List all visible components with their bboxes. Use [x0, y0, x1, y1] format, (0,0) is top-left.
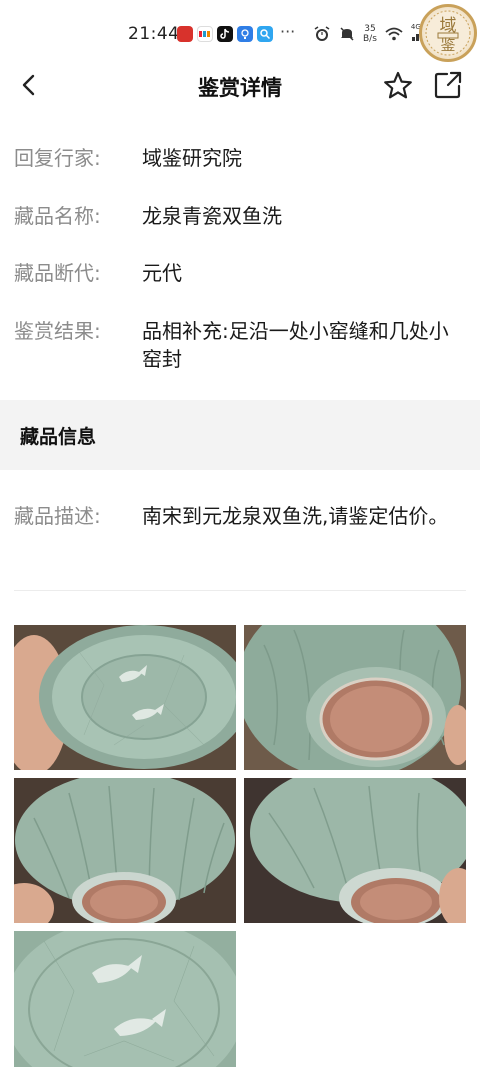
section-title: 藏品信息 [20, 426, 97, 448]
detail-value: 域鉴研究院 [142, 146, 242, 170]
detail-value: 品相补充:足沿一处小窑缝和几处小窑封 [142, 319, 449, 371]
share-button[interactable] [433, 70, 463, 100]
photo-bowl-base-angled[interactable] [244, 778, 466, 923]
watermark-seal-logo: 域 鉴 [419, 4, 477, 62]
detail-label: 藏品名称: [14, 204, 101, 228]
share-icon [434, 71, 462, 99]
description-value: 南宋到元龙泉双鱼洗,请鉴定估价。 [142, 504, 449, 528]
more-notifications-icon: ··· [280, 22, 296, 41]
net-speed-unit: B/s [363, 34, 377, 44]
description-row: 藏品描述: 南宋到元龙泉双鱼洗,请鉴定估价。 [14, 502, 466, 530]
detail-label: 回复行家: [14, 146, 101, 170]
wifi-icon [385, 27, 403, 41]
detail-row-dating: 藏品断代: 元代 [14, 259, 466, 287]
alarm-icon [314, 26, 330, 41]
detail-row-expert: 回复行家: 域鉴研究院 [14, 144, 466, 172]
divider [14, 590, 466, 591]
search-app-icon [257, 26, 273, 42]
notification-icons [177, 26, 273, 42]
detail-label: 鉴赏结果: [14, 319, 101, 343]
net-speed: 35 B/s [363, 24, 377, 44]
detail-value: 元代 [142, 261, 182, 285]
tiktok-icon [217, 26, 233, 42]
description-label: 藏品描述: [14, 504, 101, 528]
detail-label: 藏品断代: [14, 261, 101, 285]
mute-icon [340, 27, 354, 41]
section-header: 藏品信息 [0, 400, 480, 470]
system-status: 35 B/s 4G [313, 23, 429, 44]
photo-bowl-base-view[interactable] [244, 625, 466, 770]
detail-row-result: 鉴赏结果: 品相补充:足沿一处小窑缝和几处小窑封 [14, 317, 466, 373]
app-notification-icon [197, 26, 213, 42]
star-icon [384, 71, 412, 99]
net-speed-value: 35 [364, 24, 376, 34]
photo-bowl-interior-with-fish[interactable] [14, 625, 236, 770]
nav-bar: 鉴赏详情 [0, 58, 480, 114]
status-bar: 21:44 ··· 35 B/s 4G [0, 0, 480, 58]
favorite-button[interactable] [382, 70, 414, 102]
svg-text:鉴: 鉴 [440, 36, 455, 54]
app-notification-icon [177, 26, 193, 42]
detail-row-item-name: 藏品名称: 龙泉青瓷双鱼洗 [14, 202, 466, 230]
status-time: 21:44 [128, 24, 180, 44]
photo-bowl-side-lotus-petals[interactable] [14, 778, 236, 923]
detail-value: 龙泉青瓷双鱼洗 [142, 204, 282, 228]
photo-bowl-interior-fish-closeup[interactable] [14, 931, 236, 1067]
app-notification-icon [237, 26, 253, 42]
